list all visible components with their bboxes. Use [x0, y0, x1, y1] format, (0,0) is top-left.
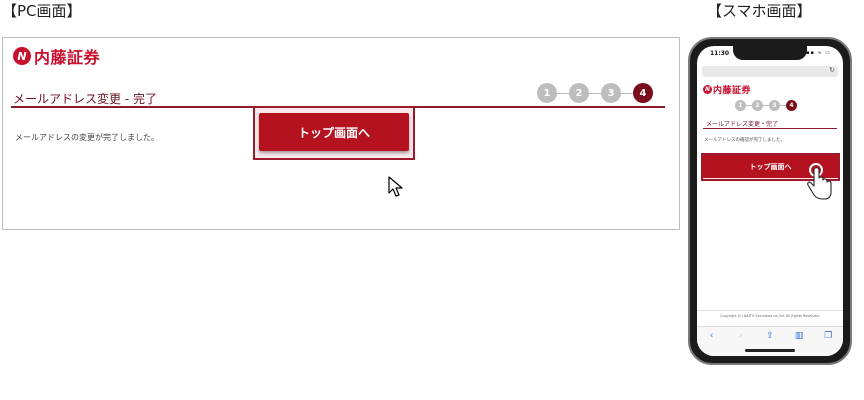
- tabs-icon[interactable]: ❐: [820, 331, 836, 341]
- page-title: メールアドレス変更・完了: [706, 121, 779, 128]
- refresh-icon[interactable]: ↻: [829, 66, 835, 74]
- bookmarks-icon[interactable]: ▥: [791, 331, 807, 341]
- page-title: メールアドレス変更 - 完了: [13, 92, 157, 106]
- step-1: 1: [735, 100, 746, 111]
- logo-mark-icon: N: [13, 47, 31, 65]
- step-1: 1: [537, 83, 557, 103]
- step-4-current: 4: [786, 100, 797, 111]
- completion-message: メールアドレスの確認が完了しました。: [704, 138, 785, 143]
- step-2: 2: [569, 83, 589, 103]
- smartphone-screen: 11:30 ▪▪ ≈ ▭ ↻ N 内藤証券 1 2 3 4 メールアドレス変更・…: [697, 46, 843, 356]
- copyright-text: Copyright (C) NAITO Securities co.,ltd. …: [720, 314, 820, 318]
- top-page-button[interactable]: トップ画面へ: [259, 113, 409, 151]
- step-3: 3: [601, 83, 621, 103]
- phone-notch: [733, 46, 807, 60]
- share-icon[interactable]: ⇧: [762, 331, 778, 341]
- step-connector: [621, 92, 633, 94]
- back-icon[interactable]: ‹: [704, 331, 720, 341]
- step-3: 3: [769, 100, 780, 111]
- smartphone-screen-label: 【スマホ画面】: [707, 2, 812, 20]
- logo-mark-icon: N: [703, 85, 712, 94]
- status-time: 11:30: [710, 50, 730, 57]
- brand-name: 内藤証券: [713, 86, 752, 96]
- status-icons: ▪▪ ≈ ▭: [806, 50, 831, 56]
- step-connector: [589, 92, 601, 94]
- title-divider: [703, 128, 837, 129]
- step-connector: [557, 92, 569, 94]
- smartphone-frame: 11:30 ▪▪ ≈ ▭ ↻ N 内藤証券 1 2 3 4 メールアドレス変更・…: [688, 37, 852, 365]
- forward-icon[interactable]: ›: [733, 331, 749, 341]
- home-indicator: [745, 349, 795, 352]
- brand-name: 内藤証券: [34, 48, 101, 67]
- step-indicator: 1 2 3 4: [537, 83, 653, 103]
- footer-divider: [697, 310, 843, 311]
- step-2: 2: [752, 100, 763, 111]
- tap-hand-icon: [807, 163, 832, 200]
- mouse-cursor-icon: [388, 176, 403, 197]
- address-bar[interactable]: ↻: [702, 66, 838, 77]
- brand-logo[interactable]: N 内藤証券: [703, 83, 751, 96]
- pc-screen-label: 【PC画面】: [2, 2, 82, 20]
- completion-message: メールアドレスの変更が完了しました。: [15, 133, 159, 142]
- step-4-current: 4: [633, 83, 653, 103]
- brand-logo[interactable]: N 内藤証券: [13, 44, 100, 68]
- step-indicator: 1 2 3 4: [735, 100, 797, 111]
